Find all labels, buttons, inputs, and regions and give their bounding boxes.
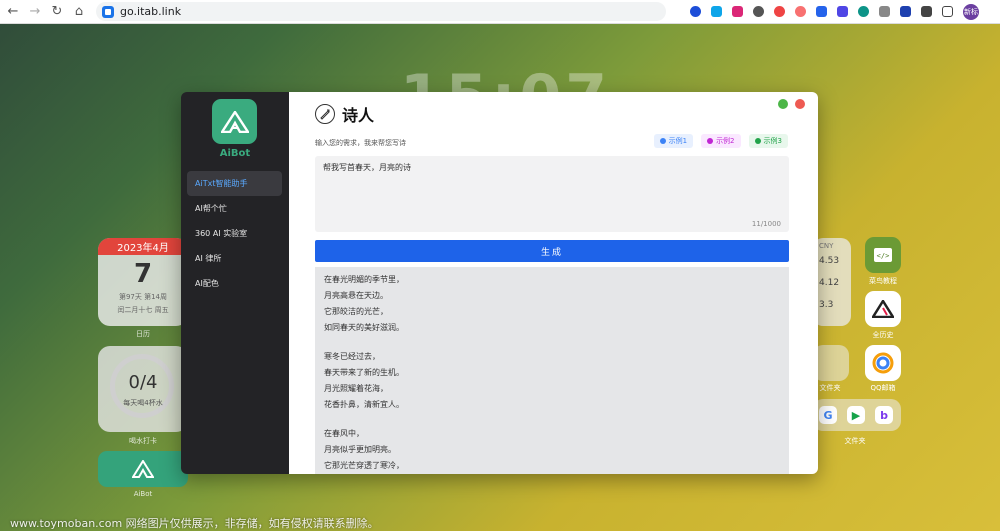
sidepanel-icon[interactable]: [938, 3, 956, 21]
water-widget[interactable]: 0/4 每天喝4杯水: [98, 346, 188, 432]
profile-avatar[interactable]: 新标: [963, 3, 979, 20]
prompt-input[interactable]: 帮我写首春天，月亮的诗 11/1000: [315, 156, 789, 232]
water-label: 喝水打卡: [129, 437, 157, 445]
extension-icon[interactable]: [812, 3, 830, 21]
poet-icon: [315, 104, 335, 124]
aibot-window: AiBot AiTxt智能助手 AI帮个忙 360 AI 实验室 AI 律所 A…: [181, 92, 818, 474]
poem-line: 它那光芒穿透了寒冷，: [324, 461, 404, 470]
forward-icon[interactable]: →: [24, 1, 46, 23]
main-panel: 诗人 输入您的需求，我来帮您写诗 示例1 示例2 示例3 帮我写首春天，月亮的诗…: [289, 92, 818, 474]
address-bar[interactable]: go.itab.link: [96, 2, 666, 21]
title-row: 诗人: [315, 102, 374, 126]
brand-name: AiBot: [219, 148, 251, 159]
folder-widget[interactable]: G ▶ b: [813, 399, 901, 431]
extension-icon[interactable]: [749, 3, 767, 21]
poem-line: 寒冬已经过去，: [324, 352, 380, 361]
sidebar-menu: AiTxt智能助手 AI帮个忙 360 AI 实验室 AI 律所 AI配色: [187, 171, 282, 296]
water-subtitle: 每天喝4杯水: [123, 399, 163, 407]
exchange-header: CNY: [819, 242, 834, 250]
calendar-day: 7: [133, 259, 153, 289]
extension-icon[interactable]: [707, 3, 725, 21]
poem-stanza: 在春风中，月亮似乎更加明亮。它那光芒穿透了寒冷，照耀出人们内心的热忱。: [324, 426, 780, 474]
extension-icon[interactable]: [896, 3, 914, 21]
example-button-1[interactable]: 示例1: [653, 134, 694, 148]
extension-bar: 新标: [686, 3, 979, 21]
quanlishi-logo-icon: [872, 300, 894, 318]
calendar-month: 2023年4月: [98, 238, 188, 255]
close-button[interactable]: [795, 99, 805, 109]
browser-toolbar: ← → ↻ ⌂ go.itab.link 新标: [0, 0, 1000, 24]
poem-line: 春天带来了新的生机。: [324, 368, 404, 377]
poem-line: 月亮似乎更加明亮。: [324, 445, 396, 454]
poem-line: 如同春天的美好滋润。: [324, 323, 404, 332]
url-text: go.itab.link: [120, 5, 182, 18]
watermark: www.toymoban.com 网络图片仅供展示，非存储，如有侵权请联系删除。: [10, 517, 379, 530]
sidebar-item-ai-help[interactable]: AI帮个忙: [187, 196, 282, 221]
app-label: 菜鸟教程: [869, 277, 897, 285]
calendar-line1: 第97天 第14周: [118, 293, 168, 301]
aibot-logo-icon: [132, 460, 154, 478]
quanlishi-app-icon[interactable]: [865, 291, 901, 327]
folder-label: 文件夹: [844, 437, 866, 445]
sidebar-item-ai-lawyer[interactable]: AI 律所: [187, 246, 282, 271]
example-button-3[interactable]: 示例3: [748, 134, 788, 148]
poem-line: 在春风中，: [324, 429, 364, 438]
extension-icon[interactable]: [728, 3, 746, 21]
poem-stanza: 寒冬已经过去， 春天带来了新的生机。 月光照耀着花海， 花香扑鼻，清新宜人。: [324, 349, 780, 413]
extension-icon[interactable]: [791, 3, 809, 21]
extension-icon[interactable]: [770, 3, 788, 21]
runoob-app-icon[interactable]: </>: [865, 237, 901, 273]
aibot-logo-icon: [220, 110, 249, 133]
bing-icon: b: [875, 406, 893, 424]
aibot-dock-label: AiBot: [133, 490, 153, 498]
poem-line: 在春光明媚的季节里，: [324, 275, 404, 284]
exchange-row: 4.53: [819, 256, 840, 266]
exchange-widget[interactable]: CNY 4.53 4.12 3.3: [813, 238, 851, 326]
prompt-text: 帮我写首春天，月亮的诗: [323, 163, 411, 172]
sidebar-item-360-lab[interactable]: 360 AI 实验室: [187, 221, 282, 246]
aibot-logo[interactable]: [212, 99, 257, 144]
qqmail-logo-icon: [872, 352, 894, 374]
poem-stanza: 在春光明媚的季节里， 月亮高悬在天边。 它那皎洁的光芒， 如同春天的美好滋润。: [324, 272, 780, 336]
poem-line: 它那皎洁的光芒，: [324, 307, 388, 316]
input-hint: 输入您的需求，我来帮您写诗: [315, 139, 406, 147]
google-icon: G: [819, 406, 837, 424]
calendar-widget[interactable]: 2023年4月 7 第97天 第14周 闰二月十七 周五: [98, 238, 188, 326]
output-area: 在春光明媚的季节里， 月亮高悬在天边。 它那皎洁的光芒， 如同春天的美好滋润。 寒冬已经…: [315, 267, 789, 474]
char-counter: 11/1000: [751, 220, 781, 228]
qqmail-app-icon[interactable]: [865, 345, 901, 381]
sidebar-item-aitxt[interactable]: AiTxt智能助手: [187, 171, 282, 196]
example-buttons: 示例1 示例2 示例3: [653, 134, 788, 148]
reload-icon[interactable]: ↻: [46, 1, 68, 23]
exchange-row: 3.3: [819, 300, 834, 310]
extension-icon[interactable]: [833, 3, 851, 21]
site-icon: [102, 5, 114, 18]
app-label: 全历史: [872, 331, 894, 339]
generate-button[interactable]: 生成: [315, 240, 789, 262]
exchange-row: 4.12: [819, 278, 840, 288]
sidebar: AiBot AiTxt智能助手 AI帮个忙 360 AI 实验室 AI 律所 A…: [181, 92, 289, 474]
extension-icon[interactable]: [686, 3, 704, 21]
home-icon[interactable]: ⌂: [68, 1, 90, 23]
sidebar-item-ai-color[interactable]: AI配色: [187, 271, 282, 296]
page-title: 诗人: [342, 106, 375, 125]
poem-line: 月光照耀着花海，: [324, 384, 388, 393]
play-store-icon: ▶: [847, 406, 865, 424]
extension-icon[interactable]: [854, 3, 872, 21]
poem-line: 月亮高悬在天边。: [324, 291, 388, 300]
svg-text:</>: </>: [877, 252, 890, 260]
app-label: QQ邮箱: [870, 384, 896, 392]
puzzle-icon[interactable]: [917, 3, 935, 21]
calendar-line2: 闰二月十七 周五: [117, 306, 169, 314]
poem-line: 花香扑鼻，清新宜人。: [324, 400, 404, 409]
example-button-2[interactable]: 示例2: [701, 134, 741, 148]
code-icon: </>: [874, 248, 892, 262]
extension-icon[interactable]: [875, 3, 893, 21]
aibot-app-icon[interactable]: [98, 451, 188, 487]
back-icon[interactable]: ←: [2, 1, 24, 23]
calendar-label: 日历: [136, 330, 150, 338]
folder-widget[interactable]: [813, 345, 849, 381]
water-value: 0/4: [128, 372, 158, 393]
maximize-button[interactable]: [778, 99, 788, 109]
